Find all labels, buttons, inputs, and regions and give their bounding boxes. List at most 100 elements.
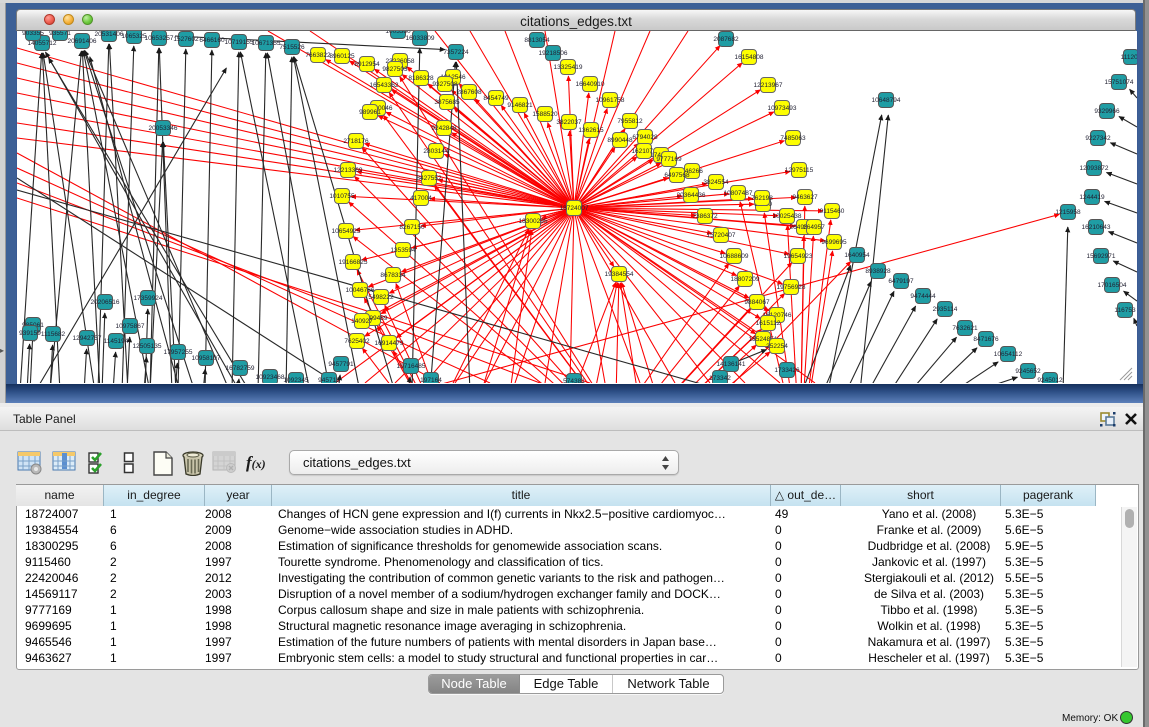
svg-text:9827503: 9827503	[382, 66, 408, 73]
svg-text:2718176: 2718176	[343, 138, 369, 145]
svg-text:7515526: 7515526	[279, 44, 305, 51]
svg-text:3824554: 3824554	[703, 179, 729, 186]
svg-text:1092345: 1092345	[283, 377, 309, 383]
svg-text:939159: 939159	[19, 330, 41, 337]
svg-text:19384554: 19384554	[605, 271, 634, 278]
svg-text:173342: 173342	[709, 375, 731, 382]
svg-text:903355: 903355	[22, 31, 44, 37]
svg-text:1733426: 1733426	[774, 367, 800, 374]
svg-text:10654112: 10654112	[994, 351, 1023, 358]
svg-text:8938928: 8938928	[865, 268, 891, 275]
svg-text:8186328: 8186328	[408, 75, 434, 82]
svg-text:1615112: 1615112	[756, 320, 781, 327]
svg-text:12213967: 12213967	[754, 82, 783, 89]
svg-text:3875685: 3875685	[434, 99, 460, 106]
svg-text:8960125: 8960125	[329, 53, 355, 60]
svg-text:116753: 116753	[1114, 307, 1136, 314]
svg-text:1065325: 1065325	[121, 33, 147, 40]
svg-text:10958107: 10958107	[192, 355, 221, 362]
svg-text:20691406: 20691406	[68, 38, 97, 45]
svg-text:9777169: 9777169	[656, 156, 682, 163]
svg-text:17957255: 17957255	[164, 349, 193, 356]
svg-text:18300295: 18300295	[519, 218, 548, 225]
svg-text:1244419: 1244419	[1079, 194, 1105, 201]
svg-text:140927: 140927	[351, 318, 373, 325]
svg-text:935571: 935571	[49, 31, 71, 37]
svg-text:10653257: 10653257	[145, 35, 174, 42]
svg-text:989961: 989961	[359, 109, 381, 116]
svg-text:7632621: 7632621	[952, 325, 978, 332]
svg-text:7663822: 7663822	[305, 52, 331, 59]
svg-text:2935114: 2935114	[933, 306, 958, 313]
svg-text:8267150: 8267150	[399, 224, 425, 231]
svg-text:9329966: 9329966	[1094, 108, 1120, 115]
svg-text:13325419: 13325419	[554, 64, 583, 71]
svg-text:574381: 574381	[563, 378, 585, 383]
svg-text:2087682: 2087682	[713, 36, 739, 43]
svg-text:19756928: 19756928	[777, 284, 806, 291]
svg-text:10975867: 10975867	[116, 323, 145, 330]
svg-text:3822037: 3822037	[556, 119, 582, 126]
svg-text:6479197: 6479197	[888, 278, 914, 285]
svg-text:16782759: 16782759	[226, 365, 255, 372]
svg-text:15751074: 15751074	[1105, 79, 1134, 86]
svg-text:6466160: 6466160	[199, 37, 225, 44]
svg-text:12975115: 12975115	[785, 167, 814, 174]
svg-text:20364436: 20364436	[677, 192, 706, 199]
svg-text:9242848: 9242848	[431, 125, 457, 132]
svg-text:1215958: 1215958	[1055, 209, 1081, 216]
svg-text:20206516: 20206516	[91, 299, 120, 306]
svg-text:8427552: 8427552	[416, 175, 442, 182]
svg-text:8990448: 8990448	[607, 137, 633, 144]
svg-text:2867608: 2867608	[456, 89, 482, 96]
svg-text:9245012: 9245012	[1037, 377, 1063, 383]
svg-text:10688609: 10688609	[720, 253, 749, 260]
svg-text:12505135: 12505135	[133, 343, 162, 350]
svg-text:9884067: 9884067	[744, 299, 770, 306]
svg-text:16210643: 16210643	[1082, 224, 1111, 231]
svg-text:10648794: 10648794	[872, 97, 901, 104]
svg-text:10807487: 10807487	[724, 190, 753, 197]
svg-text:1588520: 1588520	[532, 111, 558, 118]
svg-text:10719155: 10719155	[225, 39, 254, 46]
svg-text:7357224: 7357224	[443, 49, 469, 56]
svg-text:8471676: 8471676	[973, 336, 999, 343]
svg-text:12093872: 12093872	[1080, 165, 1109, 172]
svg-text:6794028: 6794028	[632, 134, 658, 141]
svg-text:2803144: 2803144	[423, 148, 449, 155]
svg-text:5498222: 5498222	[368, 294, 394, 301]
svg-text:10973493: 10973493	[768, 105, 797, 112]
svg-text:8454749: 8454749	[483, 95, 509, 102]
svg-text:15720407: 15720407	[707, 232, 736, 239]
svg-text:1145194: 1145194	[104, 338, 129, 345]
svg-text:16640910: 16640910	[576, 81, 605, 88]
svg-text:10961758: 10961758	[596, 97, 625, 104]
svg-text:10923468: 10923468	[256, 374, 285, 381]
svg-text:16033809: 16033809	[406, 35, 435, 42]
svg-text:252254: 252254	[766, 343, 788, 350]
svg-text:9115460: 9115460	[820, 208, 845, 215]
svg-text:19716485: 19716485	[397, 363, 426, 370]
svg-text:9699695: 9699695	[821, 239, 847, 246]
svg-text:6497568: 6497568	[664, 172, 690, 179]
svg-text:9227342: 9227342	[1085, 135, 1111, 142]
svg-text:10654925: 10654925	[332, 228, 361, 235]
svg-text:8912954: 8912954	[354, 61, 380, 68]
svg-text:8678334: 8678334	[380, 272, 406, 279]
svg-text:9474444: 9474444	[910, 293, 936, 300]
svg-text:264957: 264957	[803, 224, 825, 231]
svg-text:10046766: 10046766	[346, 287, 375, 294]
svg-text:16543362: 16543362	[370, 82, 399, 89]
svg-text:19218506: 19218506	[539, 50, 568, 57]
svg-text:111209: 111209	[1121, 54, 1137, 61]
svg-text:12942757: 12942757	[73, 335, 102, 342]
svg-text:9245652: 9245652	[1015, 368, 1041, 375]
svg-text:762198: 762198	[751, 195, 773, 202]
svg-text:10025438: 10025438	[773, 213, 802, 220]
svg-text:197164: 197164	[420, 377, 442, 383]
svg-text:7625402: 7625402	[344, 338, 370, 345]
svg-text:20531406: 20531406	[95, 31, 124, 38]
svg-text:1010755: 1010755	[329, 193, 355, 200]
svg-text:1353594: 1353594	[390, 247, 416, 254]
svg-text:16914479: 16914479	[375, 340, 404, 347]
